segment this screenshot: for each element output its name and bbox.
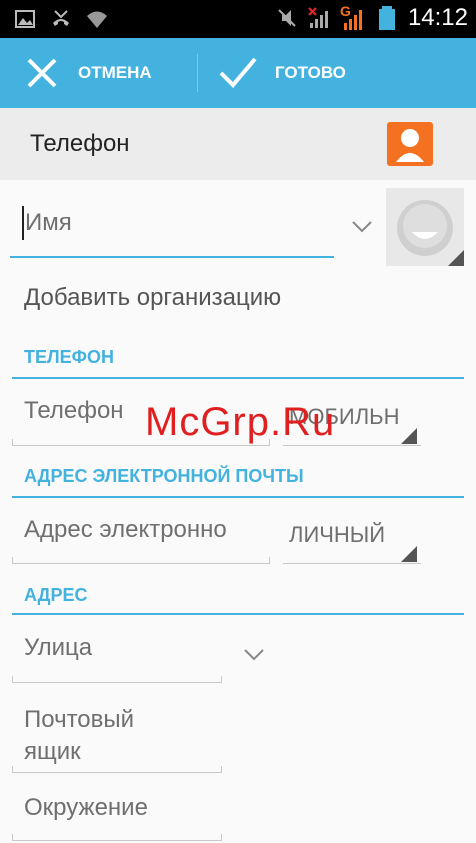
spinner-underline: [283, 563, 421, 564]
account-label: Телефон: [30, 130, 130, 157]
contact-account-icon: [387, 122, 433, 166]
add-organization-link[interactable]: Добавить организацию: [24, 284, 281, 312]
email-type-value: ЛИЧНЫЙ: [289, 522, 386, 547]
email-type-spinner[interactable]: ЛИЧНЫЙ: [283, 512, 421, 564]
battery-icon: [378, 6, 395, 30]
action-bar: ОТМЕНА ГОТОВО: [0, 38, 476, 108]
watermark: McGrp.Ru: [145, 400, 336, 444]
contact-photo[interactable]: [386, 188, 464, 266]
pobox-placeholder-line1: Почтовый: [24, 706, 135, 733]
close-icon: [27, 58, 57, 88]
name-field[interactable]: Имя: [10, 200, 334, 258]
neighborhood-input[interactable]: Окружение: [24, 794, 148, 822]
pobox-underline: [12, 766, 222, 773]
address-section-divider: [12, 613, 464, 615]
email-input[interactable]: Адрес электронно: [24, 516, 262, 544]
pobox-input[interactable]: Почтовый ящик: [24, 704, 224, 766]
cancel-label: ОТМЕНА: [78, 63, 152, 82]
cancel-button[interactable]: ОТМЕНА: [22, 38, 152, 108]
pobox-placeholder-line2: ящик: [24, 738, 81, 765]
text-cursor: [22, 206, 24, 240]
missed-call-icon: [53, 10, 69, 26]
chevron-down-icon[interactable]: [243, 648, 265, 662]
avatar-placeholder-icon: [397, 200, 464, 266]
clock: 14:12: [407, 4, 468, 31]
phone-underline: [12, 439, 270, 446]
street-underline: [12, 676, 222, 683]
signal-icon: G: [339, 3, 366, 31]
no-signal-icon: [308, 7, 328, 28]
neighborhood-underline: [12, 834, 222, 841]
picture-icon: [15, 10, 35, 28]
address-section-title: АДРЕС: [24, 585, 88, 605]
done-label: ГОТОВО: [275, 63, 346, 82]
action-divider: [197, 54, 198, 92]
chevron-down-icon[interactable]: [351, 220, 373, 234]
wifi-icon: [87, 11, 107, 28]
check-icon: [219, 57, 257, 88]
street-input[interactable]: Улица: [24, 634, 92, 662]
name-placeholder: Имя: [25, 209, 72, 236]
mute-icon: [278, 9, 296, 27]
spinner-underline: [283, 445, 421, 446]
email-section-title: АДРЕС ЭЛЕКТРОННОЙ ПОЧТЫ: [24, 466, 304, 486]
contact-form: Имя Добавить организацию ТЕЛЕФОН Телефон…: [0, 180, 476, 843]
done-button[interactable]: ГОТОВО: [217, 38, 346, 108]
spinner-arrow-icon: [401, 428, 417, 444]
spinner-arrow-icon: [401, 546, 417, 562]
network-type-label: G: [339, 3, 351, 19]
name-underline: [10, 256, 334, 258]
phone-section-divider: [12, 377, 464, 379]
email-underline: [12, 557, 270, 564]
phone-section-title: ТЕЛЕФОН: [24, 347, 114, 367]
status-bar: G 14:12: [0, 0, 476, 38]
email-section-divider: [12, 496, 464, 498]
